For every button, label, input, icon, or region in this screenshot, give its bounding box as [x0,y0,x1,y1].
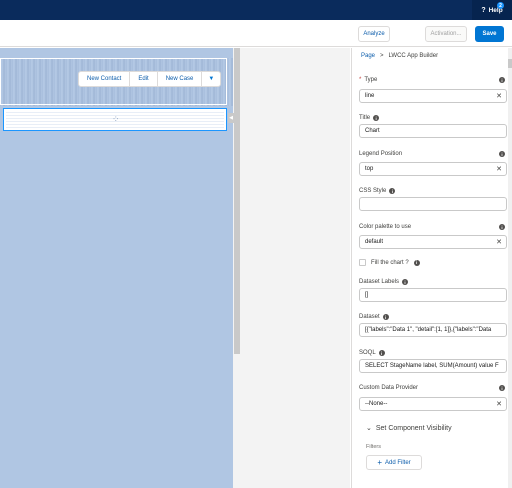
type-label-text: Type [364,77,378,83]
color-palette-combobox[interactable]: default ✕ [359,235,507,249]
required-mark: * [359,77,362,83]
title-label-text: Title [359,115,371,121]
custom-data-provider-label-text: Custom Data Provider [359,385,419,391]
soql-value: SELECT StageName label, SUM(Amount) valu… [365,363,499,369]
plus-icon: + [377,458,382,467]
custom-data-provider-value: --None-- [365,401,388,407]
info-icon[interactable]: i [499,77,505,83]
dataset-label: Dataset i [359,314,389,320]
new-case-button[interactable]: New Case [158,72,203,86]
info-icon[interactable]: i [499,151,505,157]
info-icon[interactable]: i [402,279,409,285]
breadcrumb-page-link[interactable]: Page [361,53,375,59]
add-filter-label: Add Filter [384,459,411,466]
add-filter-button[interactable]: + Add Filter [366,455,422,470]
breadcrumb: Page > LWCC App Builder [361,53,438,59]
custom-data-provider-label: Custom Data Provider [359,385,418,391]
analyze-button[interactable]: Analyze [358,26,390,42]
css-style-label: CSS Style i [359,188,396,194]
breadcrumb-current: LWCC App Builder [388,53,439,59]
save-button[interactable]: Save [475,26,504,42]
chevron-down-icon[interactable]: ▼ [202,72,220,86]
custom-data-provider-combobox[interactable]: --None-- ✕ [359,397,507,411]
filters-label: Filters [366,444,381,450]
clear-icon[interactable]: ✕ [496,400,502,408]
type-label: * Type [359,77,377,83]
title-label: Title i [359,115,380,121]
clear-icon[interactable]: ✕ [496,238,502,246]
fill-chart-label: Fill the chart ? [371,259,409,266]
builder-canvas: New Contact Edit New Case ▼ ⁘ ◀ [0,48,350,488]
dataset-labels-value: [] [365,292,369,298]
fill-chart-checkbox[interactable] [359,259,366,266]
type-combobox[interactable]: line ✕ [359,89,507,103]
color-palette-value: default [365,239,384,245]
css-style-label-text: CSS Style [359,188,387,194]
title-input[interactable]: Chart [359,124,507,138]
dataset-labels-input[interactable]: [] [359,288,507,302]
spinner-icon: ⁘ [112,114,119,124]
activation-button[interactable]: Activation... [425,26,467,42]
legend-position-value: top [365,166,374,172]
properties-panel: Page > LWCC App Builder * Type i line ✕ … [351,48,512,488]
builder-toolbar: Analyze Activation... Save [0,20,512,47]
panel-collapse-knob[interactable] [508,59,512,68]
color-palette-label-text: Color palette to use [359,224,412,230]
question-icon: ? [481,6,486,14]
info-icon[interactable]: i [389,188,396,194]
info-icon[interactable]: i [413,259,420,266]
selected-chart-component[interactable]: ⁘ [3,108,227,131]
clear-icon[interactable]: ✕ [496,92,502,100]
soql-label: SOQL i [359,350,385,356]
color-palette-label: Color palette to use [359,224,411,230]
fill-chart-row: Fill the chart ? i [359,259,420,266]
dataset-labels-label-text: Dataset Labels [359,279,400,285]
canvas-scrollbar[interactable] [234,48,240,354]
dataset-value: [{"labels":"Data 1", "detail":[1, 1]},{"… [365,327,492,333]
panel-scrollbar[interactable] [508,48,512,488]
info-icon[interactable]: i [499,385,505,391]
help-badge: 2 [497,2,504,9]
legend-position-label-text: Legend Position [359,151,403,157]
edit-button[interactable]: Edit [130,72,158,86]
visibility-section-toggle[interactable]: ⌄ Set Component Visibility [366,424,452,433]
visibility-section-title: Set Component Visibility [375,424,452,432]
css-style-input[interactable] [359,197,507,211]
type-value: line [365,93,375,99]
title-value: Chart [365,128,380,134]
soql-label-text: SOQL [359,350,376,356]
info-icon[interactable]: i [499,224,505,230]
clear-icon[interactable]: ✕ [496,165,502,173]
new-contact-button[interactable]: New Contact [79,72,131,86]
info-icon[interactable]: i [382,314,389,320]
dataset-label-text: Dataset [359,314,380,320]
breadcrumb-separator: > [380,53,384,59]
help-button[interactable]: ? Help 2 [472,0,512,20]
global-header: ? Help 2 [0,0,512,20]
info-icon[interactable]: i [373,115,380,121]
dataset-input[interactable]: [{"labels":"Data 1", "detail":[1, 1]},{"… [359,323,507,337]
legend-position-label: Legend Position [359,151,402,157]
chevron-down-icon: ⌄ [366,425,372,432]
legend-position-combobox[interactable]: top ✕ [359,162,507,176]
info-icon[interactable]: i [378,350,385,356]
soql-input[interactable]: SELECT StageName label, SUM(Amount) valu… [359,359,507,373]
dataset-labels-label: Dataset Labels i [359,279,409,285]
record-action-group: New Contact Edit New Case ▼ [78,71,222,87]
